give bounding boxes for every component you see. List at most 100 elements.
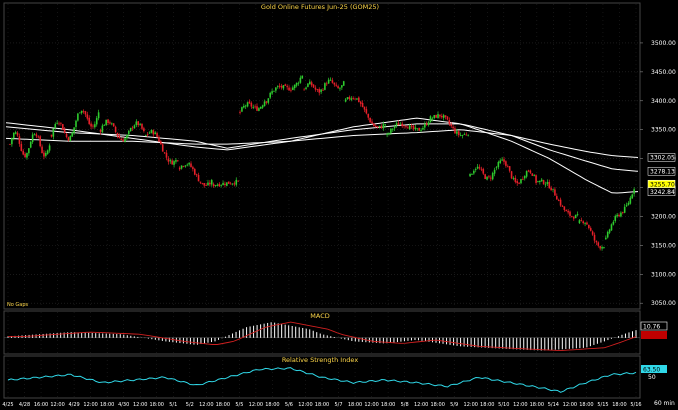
candle-body — [580, 220, 583, 222]
candle-body — [456, 131, 458, 134]
candle-body — [82, 110, 85, 112]
candle-body — [612, 221, 615, 225]
candle-body — [61, 124, 64, 131]
candle-body — [418, 127, 420, 131]
time-tick-label: 18:00 — [430, 402, 444, 408]
candle-body — [160, 141, 162, 145]
last-price-label: 3278.13 — [650, 169, 675, 176]
candle-body — [548, 182, 551, 189]
candle-body — [169, 160, 172, 162]
candle-body — [146, 134, 149, 136]
time-tick-label: 16:00 — [34, 402, 48, 408]
candle-body — [576, 214, 579, 216]
candle-body — [488, 176, 490, 178]
rsi-value-label: 63.50 — [643, 367, 660, 374]
candle-body — [203, 183, 206, 186]
time-tick-label: 18:00 — [579, 402, 593, 408]
candle-body — [220, 184, 222, 186]
candle-body — [508, 166, 511, 171]
candle-body — [173, 161, 175, 165]
candle-body — [512, 178, 515, 179]
candle-body — [114, 126, 117, 132]
time-tick-label: 5/9 — [450, 402, 458, 408]
candle-body — [214, 185, 217, 186]
chart-window: 3050.003100.003150.003200.003250.003300.… — [0, 0, 678, 410]
candle-body — [77, 113, 79, 121]
candle-body — [250, 102, 253, 107]
candle-body — [320, 89, 322, 92]
candle-body — [193, 169, 196, 175]
candle-body — [365, 109, 368, 114]
candle-body — [433, 115, 436, 118]
candle-body — [314, 87, 317, 90]
candle-body — [431, 118, 434, 120]
candle-body — [222, 182, 224, 186]
candle-body — [16, 132, 19, 136]
candle-body — [254, 106, 256, 108]
candle-body — [35, 134, 38, 137]
time-tick-label: 4/30 — [118, 402, 129, 408]
candle-body — [614, 215, 617, 222]
candle-body — [246, 102, 249, 107]
candle-body — [163, 152, 166, 154]
last-price-labels: 3302.053278.133255.703242.84 — [647, 153, 676, 196]
candle-body — [150, 129, 153, 133]
candle-body — [292, 87, 294, 90]
candle-body — [284, 84, 287, 86]
candle-body — [595, 240, 598, 243]
candle-body — [629, 197, 632, 204]
candle-body — [103, 124, 106, 126]
candle-body — [616, 214, 618, 217]
candle-body — [556, 196, 558, 200]
candle-body — [382, 124, 385, 129]
candle-body — [244, 105, 247, 107]
candle-body — [11, 137, 13, 145]
candle-body — [461, 135, 464, 137]
candle-body — [516, 181, 519, 184]
candle-body — [467, 134, 469, 136]
candle-body — [358, 97, 360, 103]
time-tick-label: 12:00 — [83, 402, 97, 408]
candle-body — [186, 164, 189, 166]
candle-body — [112, 123, 115, 127]
candle-body — [346, 97, 349, 99]
candle-body — [501, 159, 503, 161]
candle-body — [527, 170, 530, 172]
time-tick-label: 12:00 — [513, 402, 527, 408]
candle-body — [407, 127, 409, 129]
candle-body — [495, 167, 498, 169]
candle-body — [275, 87, 277, 91]
candle-body — [95, 118, 98, 125]
candle-body — [231, 183, 234, 185]
candle-body — [412, 125, 415, 130]
time-tick-label: 12:00 — [364, 402, 378, 408]
candle-body — [276, 86, 279, 88]
candle-body — [520, 179, 522, 184]
candle-body — [352, 98, 354, 100]
candle-body — [631, 194, 634, 199]
candle-body — [24, 153, 26, 158]
chart-title: Gold Online Futures Jun-25 (GOM25) — [261, 3, 379, 11]
candle-body — [618, 214, 620, 217]
candle-body — [550, 187, 552, 191]
candle-body — [471, 174, 473, 175]
candle-body — [209, 182, 211, 185]
candle-body — [542, 180, 545, 185]
candle-body — [252, 106, 255, 108]
candle-body — [361, 102, 364, 108]
candle-body — [482, 169, 485, 174]
candle-body — [143, 128, 145, 132]
candle-body — [43, 152, 45, 157]
candle-body — [514, 177, 517, 182]
time-tick-label: 5/6 — [285, 402, 293, 408]
candle-body — [429, 116, 432, 123]
candle-body — [367, 113, 370, 118]
candle-body — [403, 125, 405, 127]
candle-body — [188, 163, 190, 165]
candle-body — [86, 114, 89, 119]
candle-body — [342, 81, 345, 86]
candle-body — [144, 134, 147, 136]
candle-body — [180, 165, 183, 169]
candle-body — [486, 176, 488, 180]
candle-body — [154, 132, 156, 135]
